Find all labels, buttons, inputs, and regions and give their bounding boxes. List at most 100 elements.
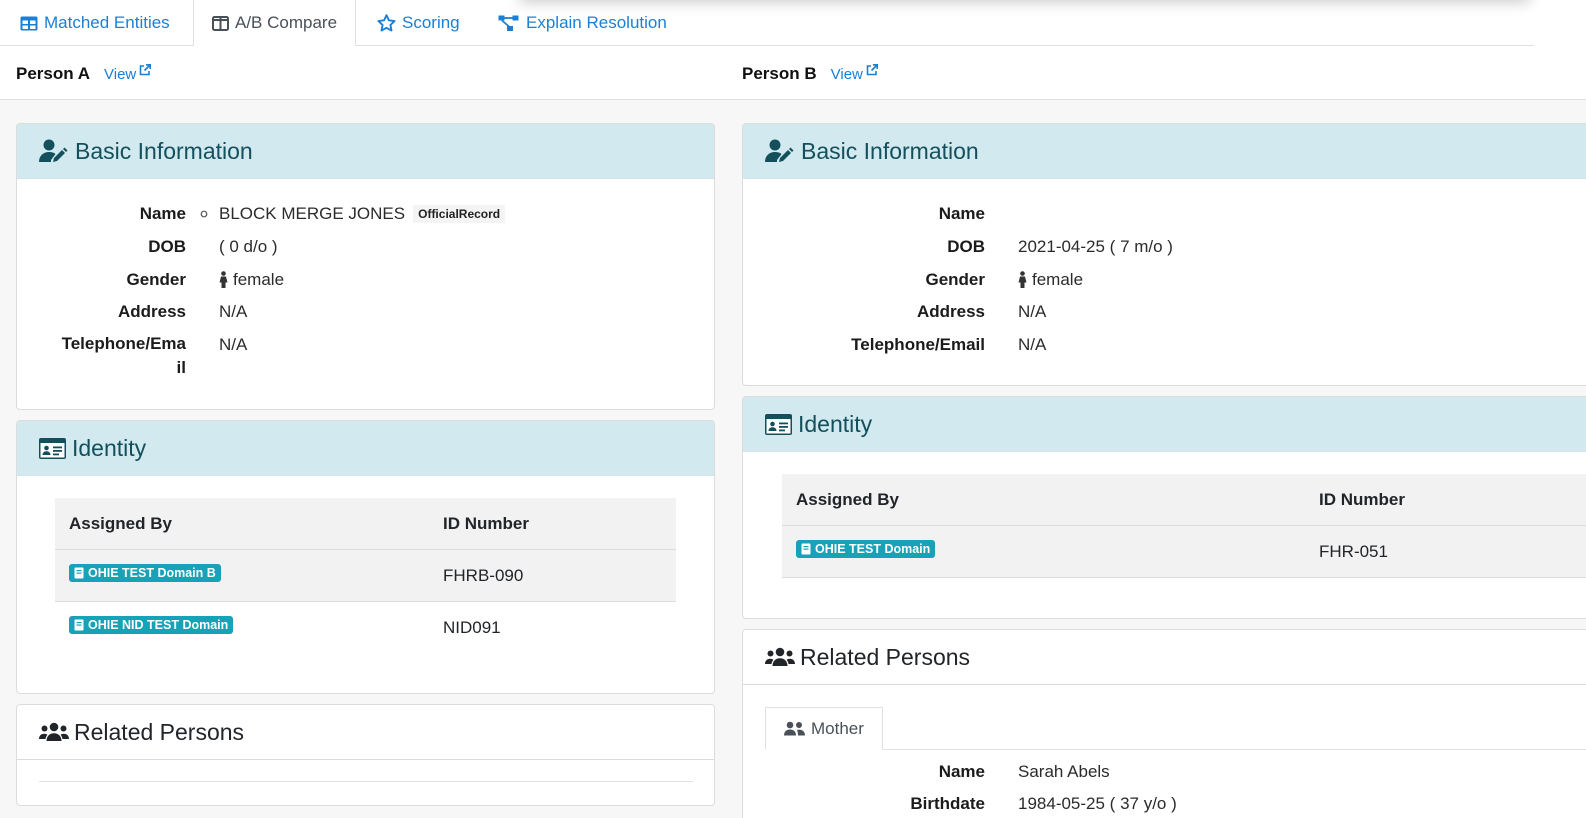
tab-label: Matched Entities: [44, 13, 170, 32]
name-label: Name: [938, 204, 985, 223]
related-persons-header: Related Persons: [743, 630, 1586, 685]
related-birthdate-label: Birthdate: [910, 794, 985, 813]
dob-value: 2021-04-25 ( 7 m/o ): [1018, 237, 1173, 256]
id-number-header: ID Number: [1319, 489, 1405, 509]
circle-icon: [200, 210, 208, 218]
gender-text: female: [233, 270, 285, 289]
address-row: Address N/A: [743, 302, 1046, 322]
dob-row: DOB ( 0 d/o ): [17, 237, 278, 257]
telephone-value: N/A: [219, 335, 248, 354]
id-number-cell: FHRB-090: [443, 565, 524, 585]
user-edit-icon: [39, 139, 68, 162]
assigned-by-cell: OHIE TEST Domain B: [55, 563, 443, 584]
telephone-label: Telephone/Ema il: [17, 332, 186, 380]
user-edit-icon: [765, 139, 794, 162]
female-icon: [1018, 271, 1027, 288]
tab-label: Mother: [811, 718, 864, 738]
domain-badge: OHIE TEST Domain: [796, 539, 936, 558]
identity-table: Assigned By ID Number OHIE TEST Domain B…: [55, 498, 676, 654]
person-b-header: Person B View: [742, 63, 878, 84]
table-header: Assigned By ID Number: [782, 474, 1586, 526]
telephone-label: Telephone/Email: [851, 335, 985, 354]
person-a-related-persons-card: Related Persons: [16, 704, 715, 806]
id-number-cell: NID091: [443, 618, 501, 637]
dob-value: ( 0 d/o ): [219, 237, 278, 256]
external-link-icon: [866, 63, 878, 75]
card-title: Related Persons: [800, 643, 971, 670]
book-icon: [74, 567, 84, 578]
official-record-badge: OfficialRecord: [413, 205, 506, 223]
tab-label: Explain Resolution: [526, 13, 667, 32]
person-a-view-link[interactable]: View: [104, 63, 152, 83]
columns-icon: [212, 15, 229, 31]
tab-label: Scoring: [402, 13, 460, 32]
address-row: Address N/A: [17, 302, 247, 322]
name-value: BLOCK MERGE JONES OfficialRecord: [200, 204, 506, 224]
person-b-basic-info-card: Basic Information Name DOB 2021-04-25 ( …: [742, 123, 1586, 386]
female-icon: [219, 271, 228, 288]
star-icon: [377, 14, 396, 32]
assigned-by-cell: OHIE TEST Domain: [782, 539, 1319, 560]
gender-label: Gender: [126, 270, 186, 289]
users-icon: [765, 647, 795, 666]
address-label: Address: [916, 302, 985, 321]
card-title: Related Persons: [74, 718, 245, 745]
view-label: View: [830, 65, 863, 83]
name-label: Name: [139, 204, 186, 223]
name-row: Name BLOCK MERGE JONES OfficialRecord: [17, 204, 506, 224]
name-text: BLOCK MERGE JONES: [219, 204, 406, 223]
related-persons-header: Related Persons: [17, 705, 714, 760]
tab-label: A/B Compare: [235, 13, 338, 32]
person-b-view-link[interactable]: View: [830, 63, 878, 83]
domain-badge: OHIE TEST Domain B: [69, 563, 221, 582]
sitemap-icon: [498, 15, 519, 31]
users-icon: [39, 722, 69, 741]
telephone-label-line2: il: [176, 358, 186, 377]
assigned-by-header: Assigned By: [796, 489, 899, 509]
table-icon: [20, 16, 38, 30]
related-name-row: Name Sarah Abels: [743, 762, 1110, 782]
gender-text: female: [1032, 270, 1084, 289]
name-row: Name: [743, 204, 1018, 224]
address-value: N/A: [219, 302, 248, 321]
table-row: OHIE TEST Domain FHR-051: [782, 526, 1586, 578]
assigned-by-header: Assigned By: [69, 513, 172, 533]
table-header: Assigned By ID Number: [55, 498, 676, 550]
card-title: Identity: [72, 434, 147, 461]
person-b-title: Person B: [742, 64, 817, 83]
tab-matched-entities[interactable]: Matched Entities: [20, 0, 170, 46]
address-label: Address: [117, 302, 186, 321]
book-icon: [801, 543, 811, 554]
person-header-bar: Person A View Person B View: [0, 46, 1586, 100]
dob-label: DOB: [148, 237, 186, 256]
telephone-value: N/A: [1018, 335, 1047, 354]
basic-info-header: Basic Information: [17, 124, 714, 179]
tab-mother[interactable]: Mother: [765, 707, 883, 750]
related-name-value: Sarah Abels: [1018, 762, 1110, 781]
person-b-identity-card: Identity Assigned By ID Number OHIE TEST…: [742, 396, 1586, 619]
related-birthdate-row: Birthdate 1984-05-25 ( 37 y/o ): [743, 794, 1177, 814]
person-a-identity-card: Identity Assigned By ID Number OHIE TEST…: [16, 420, 715, 694]
users-icon: [784, 721, 805, 736]
tab-explain-resolution[interactable]: Explain Resolution: [498, 0, 667, 46]
identity-table: Assigned By ID Number OHIE TEST Domain F…: [782, 474, 1586, 578]
related-tabs-line: [765, 749, 1586, 750]
telephone-label-line1: Telephone/Ema: [61, 334, 186, 353]
dob-row: DOB 2021-04-25 ( 7 m/o ): [743, 237, 1173, 257]
basic-info-header: Basic Information: [743, 124, 1586, 179]
domain-label: OHIE NID TEST Domain: [88, 618, 229, 632]
card-title: Basic Information: [801, 137, 979, 164]
dob-label: DOB: [947, 237, 985, 256]
domain-badge: OHIE NID TEST Domain: [69, 616, 234, 634]
view-label: View: [104, 65, 137, 83]
identity-header: Identity: [17, 421, 714, 476]
table-row: OHIE NID TEST Domain NID091: [55, 602, 676, 654]
compare-tabs: Matched Entities A/B Compare Scoring Exp…: [0, 0, 1534, 47]
tab-scoring[interactable]: Scoring: [377, 0, 460, 46]
card-title: Identity: [798, 410, 873, 437]
telephone-row: Telephone/Ema il N/A: [17, 332, 248, 380]
person-a-header: Person A View: [16, 63, 152, 84]
tab-ab-compare[interactable]: A/B Compare: [193, 0, 357, 47]
related-birthdate-value: 1984-05-25 ( 37 y/o ): [1018, 794, 1177, 813]
telephone-row: Telephone/Email N/A: [743, 335, 1046, 355]
